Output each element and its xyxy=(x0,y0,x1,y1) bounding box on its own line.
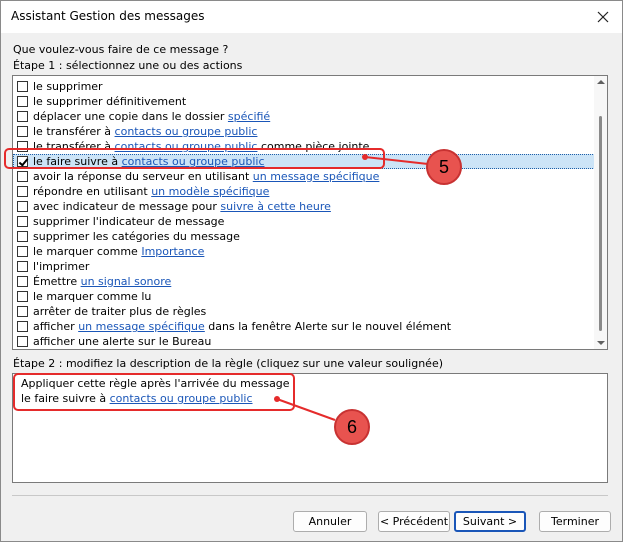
action-label: avoir la réponse du serveur en utilisant xyxy=(33,170,253,183)
action-checkbox[interactable] xyxy=(17,81,28,92)
action-item[interactable]: supprimer l'indicateur de message xyxy=(13,214,595,229)
action-item[interactable]: avoir la réponse du serveur en utilisant… xyxy=(13,169,595,184)
action-label: déplacer une copie dans le dossier xyxy=(33,110,228,123)
window-title: Assistant Gestion des messages xyxy=(11,9,205,23)
action-checkbox[interactable] xyxy=(17,96,28,107)
action-value-link[interactable]: un message spécifique xyxy=(253,170,380,183)
action-item[interactable]: le transférer à contacts ou groupe publi… xyxy=(13,124,595,139)
action-label: le transférer à xyxy=(33,125,115,138)
action-label: avec indicateur de message pour xyxy=(33,200,221,213)
action-label: le supprimer xyxy=(33,80,103,93)
action-value-link[interactable]: spécifié xyxy=(228,110,270,123)
rules-wizard-dialog: Assistant Gestion des messages Que voule… xyxy=(0,0,623,542)
scroll-up-arrow-icon[interactable] xyxy=(597,80,605,84)
action-label: dans la fenêtre Alerte sur le nouvel élé… xyxy=(204,320,452,333)
action-item[interactable]: afficher une alerte sur le Bureau xyxy=(13,334,595,349)
action-item[interactable]: l'imprimer xyxy=(13,259,595,274)
action-value-link[interactable]: suivre à cette heure xyxy=(220,200,331,213)
action-checkbox[interactable] xyxy=(17,261,28,272)
action-item[interactable]: supprimer les catégories du message xyxy=(13,229,595,244)
action-checkbox[interactable] xyxy=(17,291,28,302)
action-label: répondre en utilisant xyxy=(33,185,152,198)
action-checkbox[interactable] xyxy=(17,216,28,227)
action-label: le marquer comme xyxy=(33,245,142,258)
action-checkbox[interactable] xyxy=(17,321,28,332)
action-value-link[interactable]: contacts ou groupe public xyxy=(115,125,258,138)
action-checkbox[interactable] xyxy=(17,336,28,347)
step2-label: Étape 2 : modifiez la description de la … xyxy=(13,357,444,370)
action-value-link[interactable]: un signal sonore xyxy=(81,275,172,288)
divider xyxy=(12,495,608,496)
actions-list-items: le supprimer le supprimer définitivement d… xyxy=(13,79,595,349)
action-checkbox[interactable] xyxy=(17,186,28,197)
annotation-badge-6: 6 xyxy=(334,409,370,445)
action-item[interactable]: le supprimer définitivement xyxy=(13,94,595,109)
action-item[interactable]: le supprimer xyxy=(13,79,595,94)
action-value-link[interactable]: un message spécifique xyxy=(78,320,205,333)
title-bar: Assistant Gestion des messages xyxy=(1,1,622,33)
actions-list[interactable]: le supprimer le supprimer définitivement d… xyxy=(12,75,608,350)
action-checkbox[interactable] xyxy=(17,201,28,212)
action-item[interactable]: afficher un message spécifique dans la f… xyxy=(13,319,595,334)
previous-button[interactable]: < Précédent xyxy=(378,511,450,532)
action-checkbox[interactable] xyxy=(17,231,28,242)
action-label: le supprimer définitivement xyxy=(33,95,187,108)
action-checkbox[interactable] xyxy=(17,111,28,122)
finish-button[interactable]: Terminer xyxy=(539,511,611,532)
action-item[interactable]: le marquer comme lu xyxy=(13,289,595,304)
annotation-badge-5: 5 xyxy=(426,149,462,185)
action-label: afficher une alerte sur le Bureau xyxy=(33,335,212,348)
question-label: Que voulez-vous faire de ce message ? xyxy=(13,43,229,56)
action-item[interactable]: déplacer une copie dans le dossier spéci… xyxy=(13,109,595,124)
action-label: afficher xyxy=(33,320,79,333)
actions-scrollbar[interactable] xyxy=(594,76,607,349)
action-checkbox[interactable] xyxy=(17,171,28,182)
action-label: arrêter de traiter plus de règles xyxy=(33,305,207,318)
action-checkbox[interactable] xyxy=(17,126,28,137)
action-checkbox[interactable] xyxy=(17,276,28,287)
step1-label: Étape 1 : sélectionnez une ou des action… xyxy=(13,59,243,72)
annotation-highlight-6 xyxy=(13,373,295,411)
action-label: Émettre xyxy=(33,275,81,288)
action-value-link[interactable]: Importance xyxy=(141,245,204,258)
action-item[interactable]: répondre en utilisant un modèle spécifiq… xyxy=(13,184,595,199)
action-label: l'imprimer xyxy=(33,260,90,273)
close-button[interactable] xyxy=(590,4,616,30)
cancel-button[interactable]: Annuler xyxy=(293,511,367,532)
action-checkbox[interactable] xyxy=(17,306,28,317)
action-item[interactable]: arrêter de traiter plus de règles xyxy=(13,304,595,319)
scroll-down-arrow-icon[interactable] xyxy=(597,341,605,345)
close-icon xyxy=(597,11,609,23)
action-label: le marquer comme lu xyxy=(33,290,152,303)
action-label: supprimer l'indicateur de message xyxy=(33,215,225,228)
action-item[interactable]: avec indicateur de message pour suivre à… xyxy=(13,199,595,214)
action-value-link[interactable]: un modèle spécifique xyxy=(151,185,269,198)
scroll-thumb[interactable] xyxy=(599,116,602,331)
annotation-highlight-5 xyxy=(4,148,385,169)
action-checkbox[interactable] xyxy=(17,246,28,257)
next-button[interactable]: Suivant > xyxy=(454,511,526,532)
action-item[interactable]: Émettre un signal sonore xyxy=(13,274,595,289)
action-label: supprimer les catégories du message xyxy=(33,230,240,243)
action-item[interactable]: le marquer comme Importance xyxy=(13,244,595,259)
